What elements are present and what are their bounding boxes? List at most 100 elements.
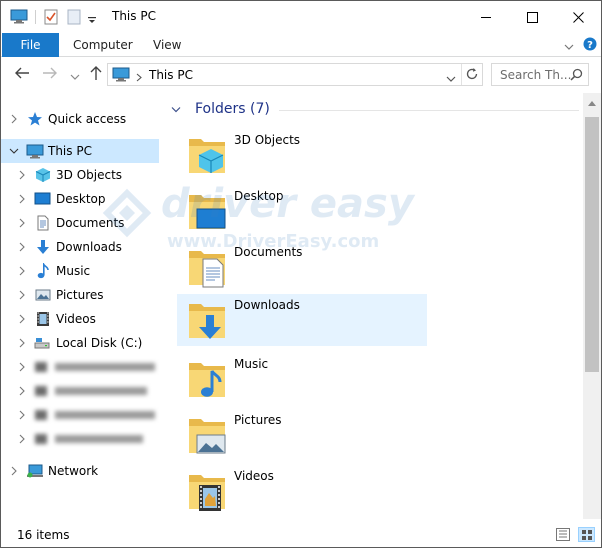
content-pane: Folders (7) 3D Objects Desktop Documents… — [161, 93, 583, 519]
drive-icon — [34, 338, 50, 349]
folder-music[interactable]: Music — [177, 353, 427, 405]
pictures-folder-icon — [189, 419, 226, 454]
nav-item-downloads[interactable]: Downloads — [1, 235, 159, 259]
folder-label: Music — [234, 357, 269, 371]
customize-quick-access-chevron-icon[interactable] — [87, 14, 97, 28]
help-icon[interactable]: ? — [583, 37, 597, 54]
title-bar[interactable]: This PC — [1, 1, 601, 33]
quick-access-star-icon — [28, 112, 42, 126]
expand-ribbon-chevron-icon[interactable] — [564, 40, 574, 54]
address-bar[interactable]: This PC — [107, 63, 483, 86]
nav-item-music[interactable]: Music — [1, 259, 159, 283]
pictures-icon — [35, 289, 51, 301]
nav-item-pictures[interactable]: Pictures — [1, 283, 159, 307]
this-pc-icon — [10, 9, 28, 27]
nav-item-videos[interactable]: Videos — [1, 307, 159, 331]
up-button[interactable] — [89, 65, 103, 84]
tab-view[interactable]: View — [153, 38, 181, 52]
folder-videos[interactable]: Videos — [177, 465, 427, 517]
window-title: This PC — [112, 9, 156, 23]
nav-label: Pictures — [56, 288, 104, 302]
chevron-down-icon — [70, 74, 80, 80]
chevron-right-icon — [19, 314, 25, 324]
folder-3d-objects[interactable]: 3D Objects — [177, 129, 427, 181]
refresh-icon[interactable] — [465, 67, 479, 84]
nav-item-redacted-drive[interactable] — [1, 427, 159, 451]
title-separator — [35, 10, 36, 24]
redacted-drive-label — [35, 361, 155, 373]
search-input[interactable]: Search Th... — [491, 63, 589, 86]
nav-item-redacted-drive[interactable] — [1, 379, 159, 403]
navigation-pane: Quick access This PC 3D Objects Desktop … — [1, 93, 161, 519]
downloads-folder-icon — [189, 304, 225, 339]
chevron-down-icon — [9, 148, 19, 154]
redacted-drive-label — [35, 433, 155, 445]
search-icon[interactable] — [570, 68, 583, 84]
folder-downloads[interactable]: Downloads — [177, 294, 427, 346]
downloads-icon — [37, 240, 49, 254]
breadcrumb-chevron-icon[interactable] — [136, 71, 142, 85]
details-view-icon[interactable] — [556, 528, 570, 544]
chevron-down-icon — [171, 107, 181, 113]
forward-arrow-icon — [43, 67, 57, 79]
folder-label: Downloads — [234, 298, 300, 312]
scroll-up-arrow-icon[interactable] — [588, 100, 596, 106]
this-pc-icon — [26, 144, 44, 159]
folder-pictures[interactable]: Pictures — [177, 409, 427, 461]
breadcrumb[interactable]: This PC — [149, 68, 193, 82]
chevron-right-icon — [19, 218, 25, 228]
navigation-bar: This PC Search Th... — [1, 57, 601, 93]
svg-text:?: ? — [587, 40, 593, 51]
tab-file[interactable]: File — [2, 33, 59, 57]
minimize-icon — [481, 17, 491, 18]
large-icons-view-icon[interactable] — [578, 527, 595, 542]
tab-computer[interactable]: Computer — [73, 38, 133, 52]
folder-label: 3D Objects — [234, 133, 301, 147]
close-icon — [572, 11, 584, 23]
ribbon-tabs: File Computer View ? — [1, 33, 601, 57]
this-pc-icon — [112, 67, 130, 85]
desktop-folder-icon — [189, 195, 226, 229]
documents-folder-icon — [189, 251, 225, 288]
vertical-scrollbar[interactable] — [583, 93, 601, 519]
nav-label: Quick access — [48, 112, 127, 126]
forward-button[interactable] — [42, 66, 58, 83]
group-title: Folders (7) — [195, 101, 270, 117]
documents-icon — [37, 215, 49, 231]
folder-documents[interactable]: Documents — [177, 241, 427, 293]
3d-objects-icon — [35, 168, 51, 182]
address-divider — [461, 64, 462, 85]
search-placeholder: Search Th... — [500, 68, 572, 82]
new-folder-icon[interactable] — [67, 9, 81, 28]
properties-icon[interactable] — [44, 9, 58, 28]
nav-label: Documents — [56, 216, 125, 230]
scrollbar-thumb[interactable] — [585, 117, 599, 372]
nav-item-documents[interactable]: Documents — [1, 211, 159, 235]
chevron-right-icon — [19, 338, 25, 348]
status-bar: 16 items — [1, 523, 601, 547]
nav-label: Videos — [56, 312, 96, 326]
nav-label: Music — [56, 264, 91, 278]
folder-desktop[interactable]: Desktop — [177, 185, 427, 237]
chevron-right-icon — [19, 266, 25, 276]
nav-item-local-disk[interactable]: Local Disk (C:) — [1, 331, 159, 355]
nav-item-quick-access[interactable]: Quick access — [1, 107, 159, 131]
address-dropdown-chevron-icon[interactable] — [446, 72, 456, 86]
videos-icon — [37, 312, 49, 326]
nav-item-3d-objects[interactable]: 3D Objects — [1, 163, 159, 187]
nav-item-network[interactable]: Network — [1, 459, 159, 483]
nav-label: 3D Objects — [56, 168, 123, 182]
maximize-button[interactable] — [509, 1, 555, 33]
music-icon — [37, 263, 49, 279]
nav-item-this-pc[interactable]: This PC — [1, 139, 159, 163]
nav-item-desktop[interactable]: Desktop — [1, 187, 159, 211]
chevron-right-icon — [19, 170, 25, 180]
close-button[interactable] — [555, 1, 601, 33]
nav-label: Network — [48, 464, 99, 478]
minimize-button[interactable] — [463, 1, 509, 33]
recent-locations-button[interactable] — [70, 70, 80, 84]
back-button[interactable] — [14, 66, 30, 83]
nav-item-redacted-drive[interactable] — [1, 355, 159, 379]
nav-item-redacted-drive[interactable] — [1, 403, 159, 427]
nav-label: Desktop — [56, 192, 106, 206]
